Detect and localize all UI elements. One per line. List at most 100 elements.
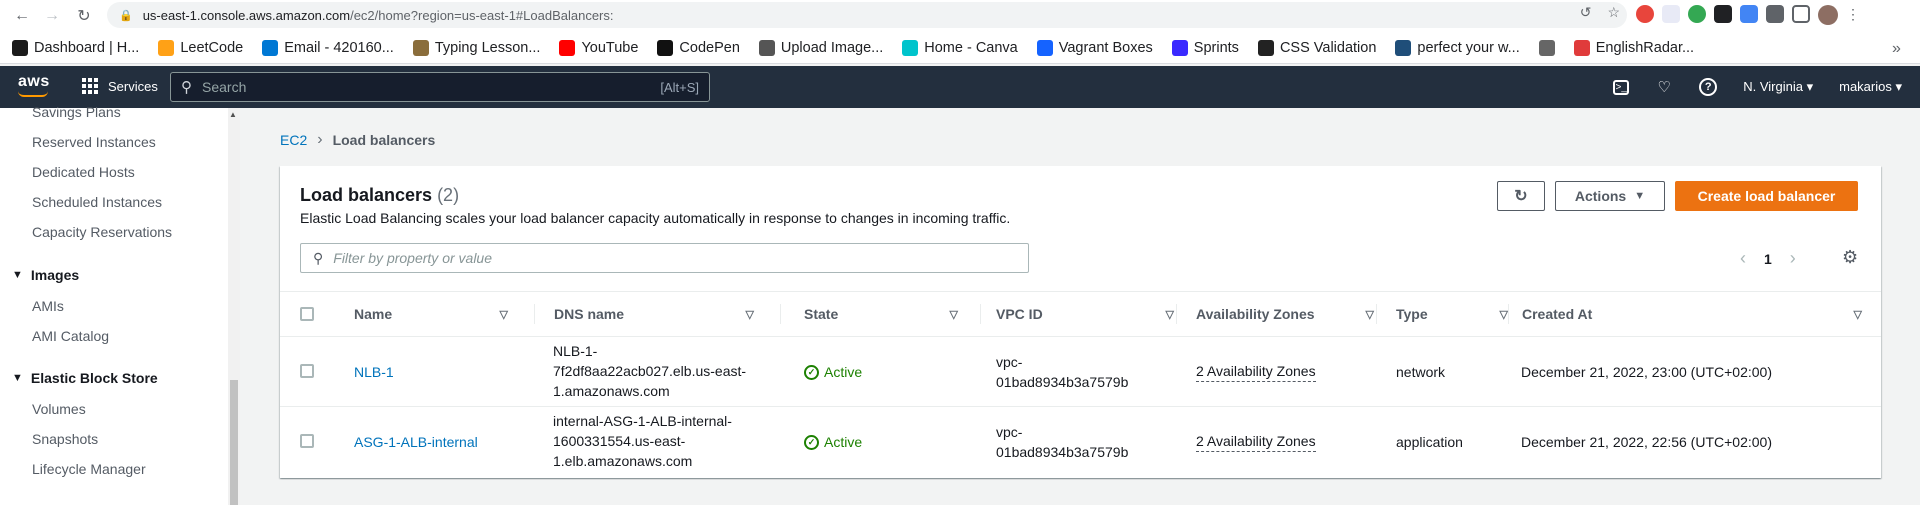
filter-input[interactable]: ⚲ Filter by property or value (300, 243, 1029, 273)
favicon-icon (1257, 39, 1274, 56)
sidebar-item-lifecycle-manager[interactable]: Lifecycle Manager (32, 461, 146, 477)
created-at: December 21, 2022, 22:56 (UTC+02:00) (1521, 434, 1772, 450)
bookmark-item[interactable]: EnglishRadar... (1573, 39, 1694, 56)
sidebar-item-scheduled-instances[interactable]: Scheduled Instances (32, 194, 162, 210)
bookmark-item[interactable]: Email - 420160... (262, 39, 394, 56)
profile-avatar[interactable] (1818, 5, 1838, 25)
translate-icon[interactable] (1740, 5, 1758, 23)
create-load-balancer-button[interactable]: Create load balancer (1675, 181, 1858, 211)
column-header-state[interactable]: State ▽ (804, 292, 970, 336)
prev-page-icon[interactable]: ‹ (1740, 248, 1746, 269)
table-row[interactable]: NLB-1 NLB-1- 7f2df8aa22acb027.elb.us-east… (280, 337, 1881, 407)
bookmark-item[interactable]: Home - Canva (902, 39, 1018, 56)
bookmark-label: perfect your w... (1417, 39, 1520, 56)
lb-type: network (1396, 364, 1446, 380)
row-checkbox[interactable] (300, 434, 314, 448)
search-input[interactable]: ⚲ Search [Alt+S] (170, 72, 710, 102)
chevron-right-icon[interactable]: » (1892, 40, 1906, 58)
help-icon[interactable]: ? (1699, 78, 1718, 96)
url-host: us-east-1.console.aws.amazon.com (142, 7, 351, 23)
dns-name: internal-ASG-1-ALB-internal- 1600331554.u… (553, 413, 732, 469)
services-menu[interactable]: Services (82, 78, 158, 94)
sidebar-scrollbar[interactable]: ▲ (228, 108, 240, 505)
bookmark-item[interactable]: Dashboard | H... (12, 39, 139, 56)
bookmark-item[interactable]: YouTube (559, 39, 638, 56)
region-selector[interactable]: N. Virginia ▾ (1743, 79, 1813, 95)
bookmark-label: Vagrant Boxes (1058, 39, 1153, 56)
bookmark-item[interactable]: Upload Image... (758, 39, 883, 56)
search-icon: ⚲ (313, 249, 324, 266)
bookmark-item[interactable]: Sprints (1171, 39, 1239, 56)
next-page-icon[interactable]: › (1790, 248, 1796, 269)
bookmark-item[interactable]: Vagrant Boxes (1036, 39, 1153, 56)
address-bar[interactable]: 🔒 us-east-1.console.aws.amazon.com/ec2/h… (107, 2, 1627, 28)
sidebar-item-amis[interactable]: AMIs (32, 298, 64, 314)
bookmark-label: Sprints (1193, 39, 1239, 56)
scrollbar-thumb[interactable] (230, 380, 238, 505)
sidebar-item-volumes[interactable]: Volumes (32, 401, 86, 417)
column-header-zones[interactable]: Availability Zones ▽ (1196, 292, 1386, 336)
bookmark-item[interactable]: LeetCode (158, 39, 243, 56)
reload-icon[interactable]: ↻ (70, 2, 98, 30)
vpc-id: vpc- 01bad8934b3a7579b (996, 424, 1129, 460)
extension-icon[interactable] (1662, 5, 1680, 23)
bell-icon[interactable]: ♡ (1655, 78, 1673, 96)
extension-icon[interactable] (1688, 5, 1706, 23)
sidebar-item-capacity-reservations[interactable]: Capacity Reservations (32, 224, 172, 240)
breadcrumb-ec2[interactable]: EC2 (280, 132, 307, 148)
bookmark-item[interactable] (1538, 39, 1555, 56)
vpc-id: vpc- 01bad8934b3a7579b (996, 354, 1129, 390)
favicon-icon (1036, 39, 1053, 56)
lb-name-link[interactable]: ASG-1-ALB-internal (354, 432, 478, 452)
user-menu[interactable]: makarios ▾ (1839, 79, 1902, 95)
gear-icon[interactable]: ⚙ (1842, 247, 1858, 268)
refresh-button[interactable]: ↻ (1497, 181, 1545, 211)
share-icon[interactable]: ↺ (1580, 4, 1592, 21)
select-all-checkbox[interactable] (300, 307, 314, 321)
actions-button[interactable]: Actions ▼ (1555, 181, 1665, 211)
sidebar-section-ebs[interactable]: ▼ Elastic Block Store (12, 370, 158, 386)
check-circle-icon: ✓ (804, 434, 819, 450)
bookmark-item[interactable]: Typing Lesson... (412, 39, 541, 56)
back-icon[interactable]: ← (8, 2, 36, 30)
sidebar-item-ami-catalog[interactable]: AMI Catalog (32, 328, 109, 344)
favicon-icon (412, 39, 429, 56)
aws-logo[interactable]: aws (18, 73, 50, 97)
column-header-type[interactable]: Type ▽ (1396, 292, 1520, 336)
bookmark-item[interactable]: CodePen (657, 39, 740, 56)
sidebar-section-images[interactable]: ▼ Images (12, 267, 79, 283)
sidebar-item-dedicated-hosts[interactable]: Dedicated Hosts (32, 164, 135, 180)
sort-icon: ▽ (1365, 308, 1374, 321)
column-header-name[interactable]: Name ▽ (354, 292, 520, 336)
puzzle-icon[interactable] (1766, 5, 1784, 23)
sidebar-item-snapshots[interactable]: Snapshots (32, 431, 98, 447)
bookmark-label: CodePen (679, 39, 740, 56)
column-header-dns[interactable]: DNS name ▽ (554, 292, 766, 336)
row-checkbox[interactable] (300, 364, 314, 378)
column-header-created[interactable]: Created At ▽ (1522, 292, 1874, 336)
bookmark-star-icon[interactable]: ☆ (1607, 4, 1620, 21)
favicon-icon (12, 39, 28, 56)
menu-icon[interactable]: ⋮ (1846, 5, 1864, 23)
bookmark-label: Typing Lesson... (434, 39, 541, 56)
availability-zones[interactable]: 2 Availability Zones (1196, 362, 1316, 382)
chevron-right-icon: › (317, 131, 323, 148)
scroll-up-icon[interactable]: ▲ (229, 110, 237, 119)
sidebar-item-savings-plans[interactable]: Savings Plans (32, 104, 121, 120)
column-header-vpc[interactable]: VPC ID ▽ (996, 292, 1186, 336)
browser-toolbar: ← → ↻ 🔒 us-east-1.console.aws.amazon.com… (0, 0, 1920, 32)
bookmark-label: Home - Canva (924, 39, 1018, 56)
page-number[interactable]: 1 (1764, 251, 1772, 267)
forward-icon[interactable]: → (38, 2, 66, 30)
sidepanel-icon[interactable] (1792, 5, 1810, 23)
sidebar-item-reserved-instances[interactable]: Reserved Instances (32, 134, 156, 150)
lb-name-link[interactable]: NLB-1 (354, 362, 394, 382)
table-row[interactable]: ASG-1-ALB-internal internal-ASG-1-ALB-in… (280, 407, 1881, 477)
cloudshell-icon[interactable]: >_ (1613, 79, 1630, 95)
extension-icon[interactable] (1714, 5, 1732, 23)
check-circle-icon: ✓ (804, 364, 819, 380)
extension-icon[interactable] (1636, 5, 1654, 23)
bookmark-item[interactable]: perfect your w... (1395, 39, 1520, 56)
availability-zones[interactable]: 2 Availability Zones (1196, 432, 1316, 452)
bookmark-item[interactable]: CSS Validation (1257, 39, 1376, 56)
